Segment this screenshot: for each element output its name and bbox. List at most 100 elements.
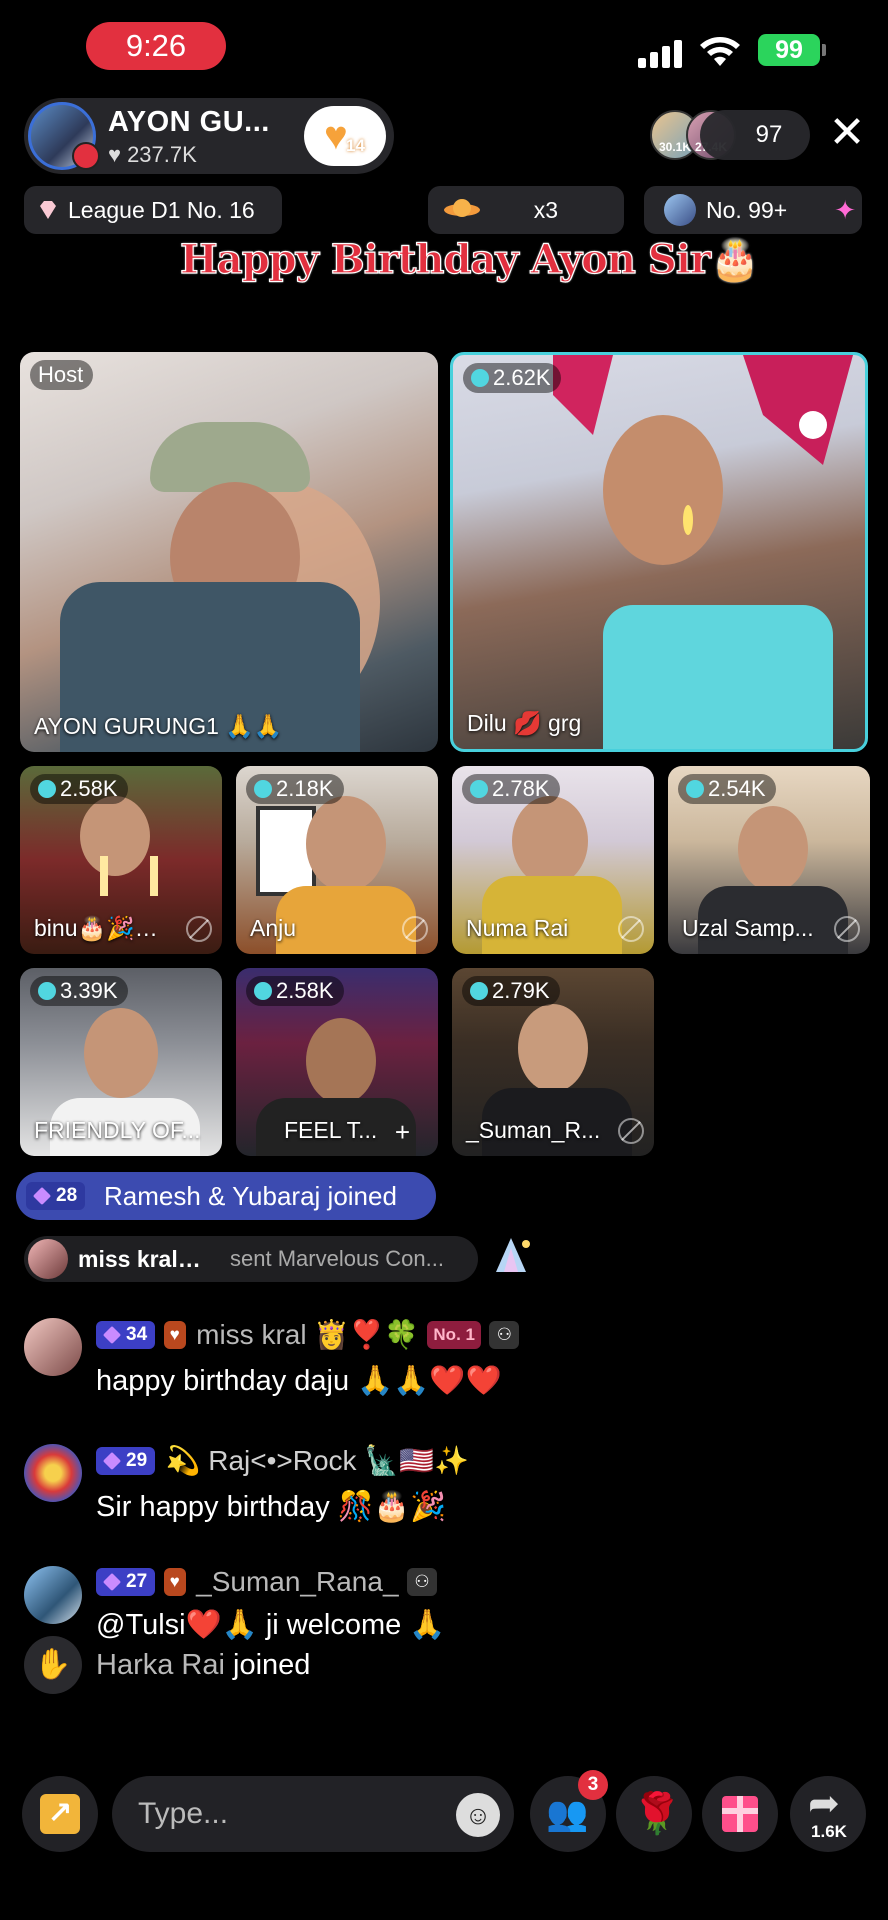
- video-tile-feel[interactable]: 2.58K FEEL T... +: [236, 968, 438, 1156]
- wifi-icon: [700, 37, 740, 66]
- score-value: 2.54K: [708, 776, 766, 801]
- video-tile-numa[interactable]: 2.78K Numa Rai: [452, 766, 654, 954]
- host-likes: ♥ 237.7K: [108, 142, 197, 168]
- chat-meta: 29 💫 Raj<•>Rock 🗽🇺🇸✨: [96, 1444, 469, 1480]
- rose-gift-button[interactable]: 🌹: [616, 1776, 692, 1852]
- video-tile-binu[interactable]: 2.58K binu🎂🎉…: [20, 766, 222, 954]
- heart-follow-icon: ♥: [324, 114, 348, 158]
- rose-icon: 🌹: [632, 1792, 682, 1836]
- joined-user-name[interactable]: Harka Rai: [96, 1649, 225, 1681]
- status-bar: 9:26 99: [0, 0, 888, 92]
- score-badge: 2.62K: [463, 363, 561, 393]
- viewer-count[interactable]: 97: [700, 110, 810, 160]
- follow-count: 14: [346, 136, 365, 155]
- close-icon[interactable]: ✕: [824, 110, 870, 156]
- chat-avatar[interactable]: [24, 1566, 82, 1624]
- rank-tag: No. 1: [427, 1320, 481, 1349]
- planet-icon: [444, 199, 480, 217]
- follow-button[interactable]: ♥ 14: [304, 106, 386, 166]
- tile-name: Numa Rai: [466, 915, 569, 941]
- chat-avatar[interactable]: [24, 1444, 82, 1502]
- tile-name: Anju: [250, 915, 297, 941]
- comment-placeholder: Type...: [138, 1797, 229, 1830]
- tile-name: Dilu 💋 grg: [467, 710, 582, 736]
- fan-heart-icon: ♥: [163, 1320, 186, 1349]
- score-badge: 2.18K: [246, 774, 344, 804]
- host-profile-chip[interactable]: AYON GU... ♥ 237.7K ♥ 14: [24, 98, 394, 174]
- diamond-icon: [470, 780, 488, 798]
- chat-username[interactable]: miss kral 👸❣️🍀: [196, 1319, 419, 1350]
- score-badge: 2.78K: [462, 774, 560, 804]
- add-icon[interactable]: +: [395, 1118, 410, 1146]
- status-time: 9:26: [86, 22, 226, 70]
- chat-meta: 34 ♥ miss kral 👸❣️🍀 No. 1 ⚇: [96, 1318, 520, 1354]
- cellular-signal-icon: [638, 38, 686, 68]
- diamond-icon: [470, 982, 488, 1000]
- mic-muted-icon: [834, 916, 860, 942]
- joined-label: joined: [233, 1649, 311, 1681]
- video-tile-uzal[interactable]: 2.54K Uzal Samp...: [668, 766, 870, 954]
- chat-meta: 27 ♥ _Suman_Rana_ ⚇: [96, 1566, 437, 1602]
- mic-off-icon: [72, 142, 100, 170]
- rank-pill[interactable]: No. 99+ ✦: [644, 186, 862, 234]
- guests-button[interactable]: 👥 3: [530, 1770, 608, 1852]
- share-arrow-icon: ➦: [808, 1783, 840, 1825]
- rank-label: No. 99+: [706, 197, 788, 223]
- team-multiplier: x3: [533, 197, 558, 223]
- battery-nub: [822, 44, 826, 56]
- video-tile-suman[interactable]: 2.79K _Suman_R...: [452, 968, 654, 1156]
- chat-message[interactable]: 34 ♥ miss kral 👸❣️🍀 No. 1 ⚇ happy birthd…: [24, 1318, 864, 1418]
- video-tile-dilu[interactable]: 2.62K Dilu 💋 grg: [450, 352, 868, 752]
- chat-username[interactable]: _Suman_Rana_: [196, 1566, 398, 1597]
- gift-button[interactable]: [702, 1776, 778, 1852]
- person-icon: ⚇: [489, 1320, 520, 1349]
- person-icon: ⚇: [406, 1568, 437, 1596]
- diamond-icon: [686, 780, 704, 798]
- diamond-icon: [38, 780, 56, 798]
- battery-indicator: 99: [758, 34, 820, 66]
- tile-name: Uzal Samp...: [682, 915, 814, 941]
- join-banner-text: Ramesh & Yubaraj joined: [104, 1181, 397, 1211]
- tile-name: FEEL T...: [284, 1117, 378, 1143]
- candle: [150, 856, 158, 896]
- chat-message[interactable]: 29 💫 Raj<•>Rock 🗽🇺🇸✨ Sir happy birthday …: [24, 1444, 864, 1544]
- gift-box-icon: [722, 1796, 758, 1832]
- league-label: League D1 No. 16: [68, 197, 255, 223]
- diamond-icon: [254, 780, 272, 798]
- people-icon: 👥: [546, 1795, 589, 1833]
- tile-name: FRIENDLY OF...: [34, 1117, 201, 1143]
- score-value: 3.39K: [60, 978, 118, 1003]
- score-value: 2.58K: [276, 978, 334, 1003]
- diamond-icon: [471, 369, 489, 387]
- share-button[interactable]: ➦ 1.6K: [790, 1776, 866, 1852]
- guest-request-count: 3: [578, 1770, 608, 1800]
- score-value: 2.79K: [492, 978, 550, 1003]
- rank-avatar: [664, 194, 696, 226]
- chat-avatar[interactable]: [24, 1318, 82, 1376]
- video-tile-host[interactable]: Host AYON GURUNG1 🙏🙏: [20, 352, 438, 752]
- score-value: 2.78K: [492, 776, 550, 801]
- league-pill[interactable]: League D1 No. 16: [24, 186, 282, 234]
- chat-text: Sir happy birthday 🎊🎂🎉: [96, 1491, 447, 1523]
- comment-input[interactable]: Type... ☺: [112, 1776, 514, 1852]
- video-tile-friendly[interactable]: 3.39K FRIENDLY OF...: [20, 968, 222, 1156]
- host-badge: Host: [30, 360, 94, 390]
- candle-flame: [683, 505, 693, 535]
- video-tile-anju[interactable]: 2.18K Anju: [236, 766, 438, 954]
- gift-sender-name: miss kral…: [78, 1246, 201, 1272]
- team-pill[interactable]: x3: [428, 186, 624, 234]
- mic-muted-icon: [186, 916, 212, 942]
- emoji-icon[interactable]: ☺: [456, 1793, 500, 1837]
- tile-name: AYON GURUNG1 🙏🙏: [34, 713, 283, 739]
- chat-username[interactable]: 💫 Raj<•>Rock 🗽🇺🇸✨: [166, 1445, 469, 1476]
- score-badge: 3.39K: [30, 976, 128, 1006]
- gift-banner: miss kral… sent Marvelous Con...: [24, 1236, 478, 1282]
- heart-icon: ♥: [108, 142, 122, 167]
- quick-share-button[interactable]: ↗: [22, 1776, 98, 1852]
- level-badge: 27: [96, 1568, 156, 1596]
- gift-shell-icon: [496, 1238, 530, 1272]
- arrow-up-right-icon: ↗: [40, 1794, 80, 1834]
- score-value: 2.62K: [493, 365, 551, 390]
- tile-name: _Suman_R...: [466, 1117, 601, 1143]
- diamond-icon: [38, 982, 56, 1000]
